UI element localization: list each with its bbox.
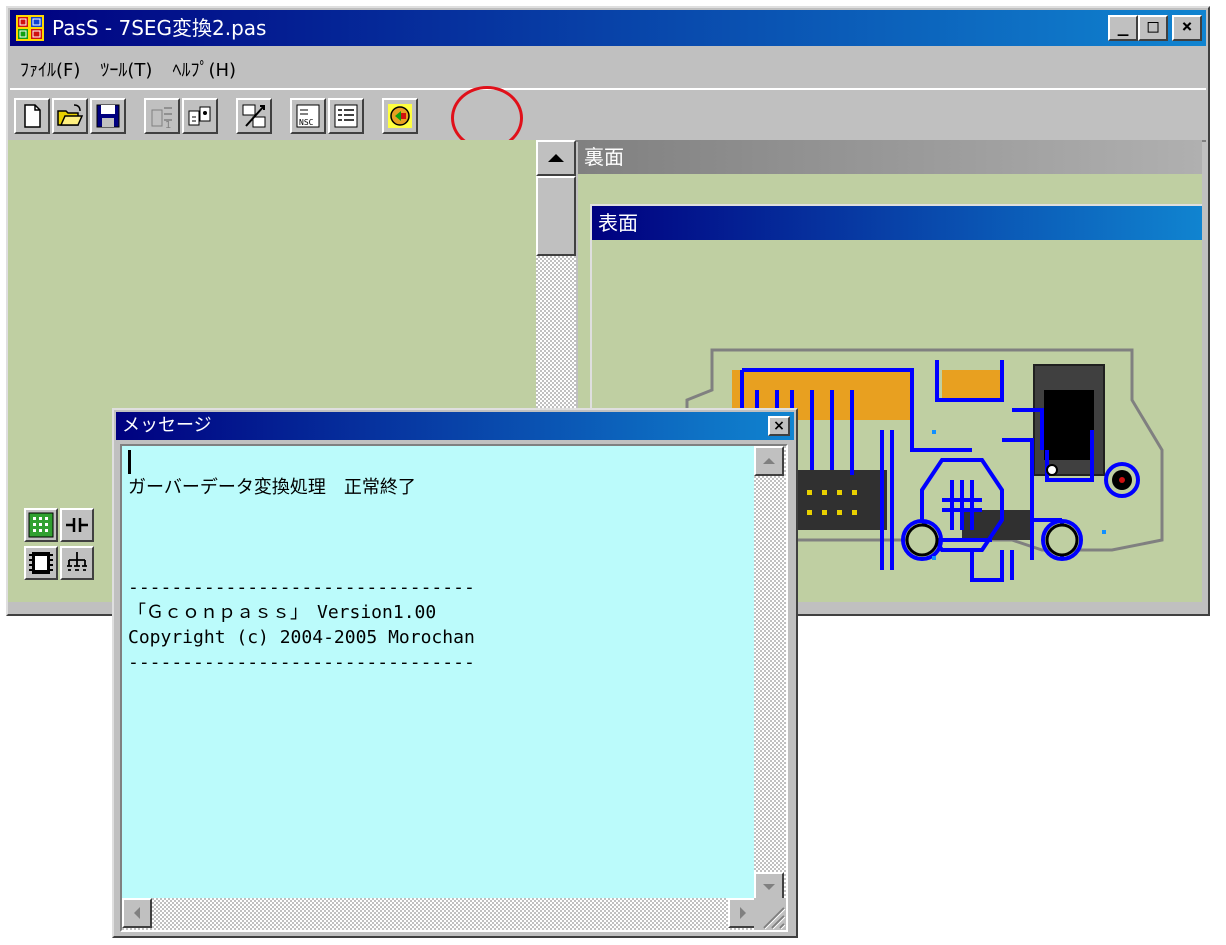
arrow-up-icon xyxy=(548,154,564,162)
app-icon xyxy=(16,15,44,41)
palette-ic-button[interactable] xyxy=(24,546,58,580)
svg-text:1: 1 xyxy=(165,120,171,130)
gerber-convert-icon xyxy=(388,104,412,128)
save-icon xyxy=(96,104,120,128)
list-button[interactable] xyxy=(328,98,364,134)
capacitor-icon xyxy=(66,518,88,532)
maximize-button[interactable]: □ xyxy=(1138,15,1168,41)
new-file-button[interactable] xyxy=(14,98,50,134)
back-side-title[interactable]: 裏面 xyxy=(578,140,1202,174)
open-button[interactable] xyxy=(52,98,88,134)
menu-help[interactable]: ﾍﾙﾌﾟ(H) xyxy=(162,50,246,84)
net-route-icon xyxy=(242,104,266,128)
toolbar: 1 NSC xyxy=(10,88,1206,142)
list-icon xyxy=(334,104,358,128)
part-edit-button[interactable] xyxy=(182,98,218,134)
nsc-button[interactable]: NSC xyxy=(290,98,326,134)
window-title: PasS - 7SEG変換2.pas xyxy=(52,16,267,40)
arrow-left-icon xyxy=(134,907,140,919)
message-horizontal-scrollbar[interactable] xyxy=(122,898,758,930)
message-line: 「Ｇｃｏｎｐａｓｓ」 Version1.00 xyxy=(128,602,437,623)
new-file-icon xyxy=(24,104,41,128)
palette-ground-button[interactable] xyxy=(60,546,94,580)
arrow-up-icon xyxy=(763,458,775,464)
message-text-area[interactable]: ガーバーデータ変換処理 正常終了 -----------------------… xyxy=(120,444,788,932)
message-text: ガーバーデータ変換処理 正常終了 -----------------------… xyxy=(128,450,475,675)
arrow-right-icon xyxy=(740,907,746,919)
message-line: ガーバーデータ変換処理 正常終了 xyxy=(128,477,416,498)
message-vertical-scrollbar[interactable] xyxy=(754,446,786,902)
part-add-button[interactable]: 1 xyxy=(144,98,180,134)
message-close-button[interactable]: × xyxy=(768,416,790,436)
svg-text:NSC: NSC xyxy=(299,118,314,127)
title-bar[interactable]: PasS - 7SEG変換2.pas _ □ × xyxy=(10,10,1206,46)
part-add-icon: 1 xyxy=(151,107,172,130)
net-route-button[interactable] xyxy=(236,98,272,134)
ground-icon xyxy=(67,552,87,571)
close-button[interactable]: × xyxy=(1172,15,1202,41)
message-window: メッセージ × ガーバーデータ変換処理 正常終了 ---------------… xyxy=(112,408,798,938)
menu-tools[interactable]: ﾂｰﾙ(T) xyxy=(90,50,162,84)
nsc-icon: NSC xyxy=(296,104,320,128)
message-scroll-up-button[interactable] xyxy=(754,446,784,476)
message-line: -------------------------------- xyxy=(128,652,475,673)
message-title: メッセージ xyxy=(122,415,212,436)
message-scroll-left-button[interactable] xyxy=(122,898,152,928)
message-title-bar[interactable]: メッセージ × xyxy=(116,412,794,440)
message-line: Copyright (c) 2004-2005 Morochan xyxy=(128,627,475,648)
arrow-down-icon xyxy=(763,884,775,890)
resize-grip[interactable] xyxy=(754,898,786,930)
open-folder-icon xyxy=(57,104,84,126)
front-side-title[interactable]: 表面 xyxy=(592,206,1202,240)
ic-chip-icon xyxy=(29,552,53,574)
scroll-up-button[interactable] xyxy=(536,140,576,176)
grid-icon xyxy=(28,512,54,538)
part-edit-icon xyxy=(188,106,211,126)
palette-grid-button[interactable] xyxy=(24,508,58,542)
palette-capacitor-button[interactable] xyxy=(60,508,94,542)
text-cursor xyxy=(128,450,131,474)
resize-grip-icon xyxy=(763,907,786,930)
scroll-thumb[interactable] xyxy=(536,176,576,256)
minimize-button[interactable]: _ xyxy=(1108,15,1138,41)
save-button[interactable] xyxy=(90,98,126,134)
message-line: -------------------------------- xyxy=(128,577,475,598)
menu-bar: ﾌｧｲﾙ(F) ﾂｰﾙ(T) ﾍﾙﾌﾟ(H) xyxy=(10,50,1206,84)
gerber-convert-button[interactable] xyxy=(382,98,418,134)
menu-file[interactable]: ﾌｧｲﾙ(F) xyxy=(10,50,90,84)
